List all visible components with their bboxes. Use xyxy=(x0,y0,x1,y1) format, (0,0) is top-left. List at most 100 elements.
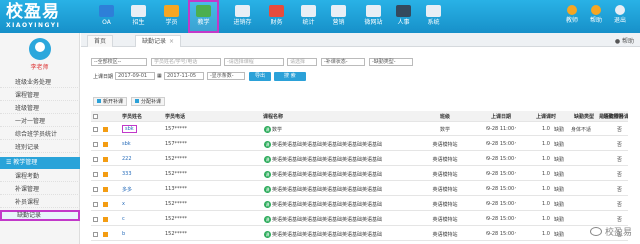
table-row[interactable]: 222 152***** 课英语英语基础英语基础英语基础英语基础英语基础 英语模特站 2… xyxy=(91,153,628,166)
top-navbar: 校盈易 XIAOYINGYI OA 招生 学员 教学 进销存 财务 统计 营销 微网站 人事 系统 教… xyxy=(0,0,640,33)
campus-select[interactable]: --全部校区-- xyxy=(91,58,147,66)
nav-item[interactable]: 统计 xyxy=(293,0,324,33)
course-badge-icon: 课 xyxy=(264,215,271,223)
arranged-status: 否 xyxy=(616,126,622,133)
row-checkbox[interactable] xyxy=(93,141,98,147)
nav-item[interactable]: 教学 xyxy=(188,0,219,33)
tab-home[interactable]: 首页 xyxy=(87,35,114,47)
nav-item[interactable]: 微网站 xyxy=(358,0,389,33)
table-row[interactable]: c 152***** 课英语英语基础英语基础英语基础英语基础英语基础 英语模特站 201… xyxy=(91,213,628,226)
enroll-icon xyxy=(131,5,146,17)
table-row[interactable]: x 152***** 课英语英语基础英语基础英语基础英语基础英语基础 英语模特站 201… xyxy=(91,198,628,211)
sidebar-section-teaching[interactable]: ☰ 教学管理 xyxy=(0,157,80,169)
search-input[interactable]: 学员姓名/学号/电话 xyxy=(151,58,221,66)
table-row[interactable]: 多多 113***** 课英语英语基础英语基础英语基础英语基础英语基础 英语模特站 20… xyxy=(91,183,628,196)
inventory-icon xyxy=(235,5,250,17)
nav-item[interactable]: 财务 xyxy=(261,0,292,33)
student-name[interactable]: 222 xyxy=(122,156,132,162)
student-name[interactable]: sbk xyxy=(122,125,137,133)
student-name[interactable]: 多多 xyxy=(122,186,132,193)
assign-makeup-button[interactable]: 分配补课 xyxy=(131,97,166,106)
help-icon: ● xyxy=(614,38,621,45)
nav-right-item[interactable]: 帮助 xyxy=(584,0,608,33)
date-from-input[interactable]: 2017-09-01 xyxy=(115,72,155,80)
export-button[interactable]: 导出 xyxy=(249,72,272,81)
nav-item[interactable]: 营销 xyxy=(323,0,354,33)
main-content: 首页 缺勤记录 × ● 帮助 --全部校区-- 学员姓名/学号/电话 -请选择课程… xyxy=(81,33,640,244)
teaching-icon xyxy=(196,5,211,17)
new-makeup-button[interactable]: 新开补课 xyxy=(93,97,128,106)
help-button[interactable]: ● 帮助 xyxy=(615,36,634,45)
sidebar-item[interactable]: 班级业务处理 xyxy=(0,77,80,88)
row-checkbox[interactable] xyxy=(93,126,98,132)
nav-item[interactable]: 招生 xyxy=(123,0,154,33)
course-badge-icon: 课 xyxy=(264,230,271,238)
avatar[interactable] xyxy=(28,38,51,60)
table-row[interactable]: sbk157*****课数学数学2017-09-28 11:00~14:001.… xyxy=(91,123,628,136)
wechat-icon xyxy=(589,227,602,236)
stats-icon xyxy=(301,5,316,17)
nav-item[interactable]: 学员 xyxy=(156,0,187,33)
sidebar-item[interactable]: 补课管理 xyxy=(0,184,80,195)
sidebar-item[interactable]: 班级管理 xyxy=(0,103,80,114)
arranged-status: 否 xyxy=(616,216,622,223)
table-row[interactable]: sbk 157***** 课英语英语基础英语基础英语基础英语基础英语基础 英语模特站 2… xyxy=(91,138,628,151)
course-name: 英语英语基础英语基础英语基础英语基础英语基础 xyxy=(272,201,383,208)
row-checkbox[interactable] xyxy=(93,201,98,207)
course-badge-icon: 课 xyxy=(264,200,271,208)
class-date: 2017-09-28 15:00~18:00 xyxy=(486,216,516,222)
sidebar-item[interactable]: 一对一管理 xyxy=(0,116,80,127)
class-select[interactable]: 请选择 xyxy=(287,58,317,66)
page-size-select[interactable]: -显示条数- xyxy=(207,72,245,80)
search-button[interactable]: 搜 索 xyxy=(274,72,306,81)
row-checkbox[interactable] xyxy=(93,171,98,177)
row-checkbox[interactable] xyxy=(93,216,98,222)
student-phone: 152***** xyxy=(165,231,188,237)
absence-type: 缺勤 xyxy=(553,201,564,208)
brand-logo: 校盈易 XIAOYINGYI xyxy=(6,2,60,29)
teacher-icon xyxy=(567,5,577,15)
course-name: 数学 xyxy=(272,126,283,133)
class-date: 2017-09-28 15:00~18:00 xyxy=(486,186,516,192)
sidebar-item[interactable]: 课程管理 xyxy=(0,90,80,101)
close-icon[interactable]: × xyxy=(169,38,174,45)
makeup-status-select[interactable]: -补课状态- xyxy=(321,58,365,66)
finance-icon xyxy=(269,5,284,17)
student-phone: 152***** xyxy=(165,171,188,177)
course-select[interactable]: -请选择课程 xyxy=(224,58,284,66)
sidebar-item-absence-records[interactable]: 缺勤记录 xyxy=(0,210,80,221)
row-checkbox[interactable] xyxy=(93,231,98,237)
sidebar-item[interactable]: 补员课程 xyxy=(0,197,80,208)
nav-right-item[interactable]: 教师 xyxy=(560,0,584,33)
row-checkbox[interactable] xyxy=(93,156,98,162)
absence-type: 缺勤 xyxy=(553,141,564,148)
absence-type: 缺勤 xyxy=(553,126,564,133)
sidebar-item[interactable]: 课程考勤 xyxy=(0,171,80,182)
student-name[interactable]: 333 xyxy=(122,171,132,177)
table-row[interactable]: 333 152***** 课英语英语基础英语基础英语基础英语基础英语基础 英语模特站 2… xyxy=(91,168,628,181)
select-all-checkbox[interactable] xyxy=(93,113,98,119)
student-name[interactable]: x xyxy=(122,201,125,207)
system-icon xyxy=(426,5,441,17)
class-date: 2017-09-28 15:00~18:00 xyxy=(486,141,516,147)
student-name[interactable]: b xyxy=(122,231,125,237)
student-name[interactable]: sbk xyxy=(122,141,131,147)
date-to-input[interactable]: 2017-11-05 xyxy=(164,72,204,80)
table-row[interactable]: b 152***** 课英语英语基础英语基础英语基础英语基础英语基础 英语模特站 201… xyxy=(91,228,628,241)
arranged-status: 否 xyxy=(616,201,622,208)
nav-item[interactable]: 系统 xyxy=(418,0,449,33)
absence-type-select[interactable]: -缺勤类型- xyxy=(369,58,413,66)
student-name[interactable]: c xyxy=(122,216,125,222)
nav-right-item[interactable]: 退出 xyxy=(608,0,632,33)
nav-item[interactable]: OA xyxy=(91,0,122,33)
student-phone: 157***** xyxy=(165,126,188,132)
row-checkbox[interactable] xyxy=(93,186,98,192)
sidebar-item[interactable]: 综合班学员统计 xyxy=(0,129,80,140)
nav-item[interactable]: 人事 xyxy=(388,0,419,33)
tab-absence-records[interactable]: 缺勤记录 × xyxy=(135,35,182,47)
student-phone: 152***** xyxy=(165,156,188,162)
calendar-icon[interactable]: ▦ xyxy=(157,73,162,79)
sidebar-item[interactable]: 班别记录 xyxy=(0,142,80,153)
nav-item[interactable]: 进销存 xyxy=(227,0,258,33)
absence-type: 缺勤 xyxy=(553,186,564,193)
